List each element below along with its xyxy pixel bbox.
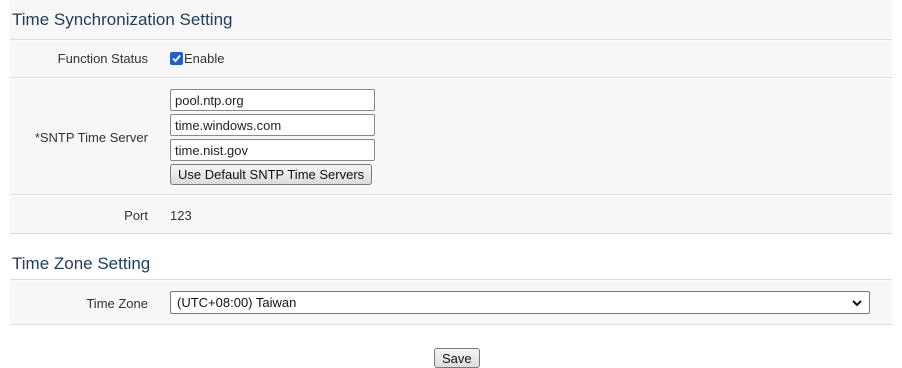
- chevron-down-icon: [852, 300, 862, 307]
- enable-label[interactable]: Enable: [184, 51, 224, 66]
- function-status-row: Function Status Enable: [10, 41, 892, 78]
- time-zone-row: Time Zone (UTC+08:00) Taiwan: [10, 281, 892, 325]
- sntp-server-label: *SNTP Time Server: [34, 130, 148, 145]
- enable-checkbox[interactable]: [170, 52, 183, 65]
- sntp-server-1-input[interactable]: [170, 89, 375, 111]
- sntp-server-3-input[interactable]: [170, 139, 375, 161]
- time-zone-selected: (UTC+08:00) Taiwan: [177, 295, 297, 310]
- time-zone-label: Time Zone: [86, 296, 148, 311]
- save-button[interactable]: Save: [434, 348, 480, 368]
- port-value: 123: [170, 208, 192, 223]
- function-status-label: Function Status: [57, 51, 148, 66]
- time-sync-title: Time Synchronization Setting: [12, 10, 233, 29]
- time-zone-title: Time Zone Setting: [12, 254, 151, 273]
- settings-page: Time Synchronization Setting Function St…: [0, 0, 902, 368]
- port-label: Port: [124, 208, 148, 223]
- port-row: Port 123: [10, 196, 892, 234]
- sntp-server-row: *SNTP Time Server Use Default SNTP Time …: [10, 79, 892, 195]
- time-zone-select[interactable]: (UTC+08:00) Taiwan: [170, 291, 870, 314]
- use-default-sntp-button[interactable]: Use Default SNTP Time Servers: [170, 164, 373, 185]
- enable-checkbox-wrap[interactable]: Enable: [170, 51, 224, 66]
- sntp-server-2-input[interactable]: [170, 114, 375, 136]
